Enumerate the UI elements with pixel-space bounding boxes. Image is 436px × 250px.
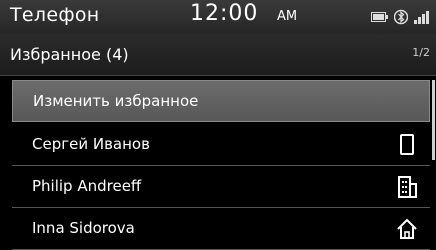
favorites-header: Избранное (4) 1/2 <box>0 34 436 76</box>
clock-ampm: AM <box>277 9 298 24</box>
contact-item-philip-andreeff[interactable]: Philip Andreeff <box>12 166 430 208</box>
clock-time: 12:00 <box>190 1 259 26</box>
office-building-icon <box>398 176 417 198</box>
contact-item-inna-sidorova[interactable]: Inna Sidorova <box>12 208 430 250</box>
list-item-label: Изменить избранное <box>33 92 199 110</box>
contact-item-sergey-ivanov[interactable]: Сергей Иванов <box>12 124 430 166</box>
bluetooth-icon <box>394 9 408 25</box>
list-item-label: Сергей Иванов <box>32 135 150 153</box>
header-title: Избранное (4) <box>10 45 129 64</box>
home-icon <box>397 218 417 239</box>
list-item-label: Philip Andreeff <box>32 177 142 195</box>
list-item-label: Inna Sidorova <box>32 219 135 237</box>
app-title: Телефон <box>10 4 100 26</box>
status-icons <box>371 8 432 26</box>
battery-icon <box>371 12 388 22</box>
favorites-list: Изменить избранное Сергей Иванов Philip … <box>0 76 436 250</box>
status-bar: Телефон 12:00 AM <box>0 0 436 34</box>
mobile-phone-icon <box>400 134 414 155</box>
page-indicator: 1/2 <box>412 46 430 59</box>
list-scrollbar[interactable] <box>432 80 435 160</box>
signal-icon <box>414 11 429 24</box>
edit-favorites-item[interactable]: Изменить избранное <box>12 80 430 122</box>
